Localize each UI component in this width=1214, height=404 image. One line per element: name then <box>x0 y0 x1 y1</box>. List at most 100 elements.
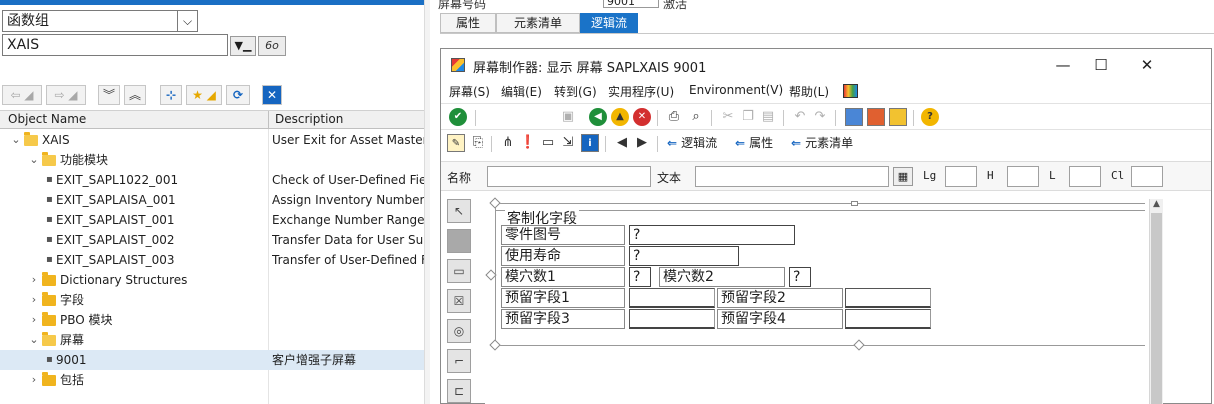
menu-goto[interactable]: 转到(G) <box>554 83 597 100</box>
checkbox-tool-icon[interactable]: ☒ <box>447 289 471 313</box>
menu-utilities[interactable]: 实用程序(U) <box>608 83 674 100</box>
cavity-count-2-input[interactable]: ? <box>789 267 811 287</box>
chevron-down-icon[interactable]: ⌄ <box>28 330 40 350</box>
length-field[interactable] <box>945 166 977 187</box>
height-field[interactable] <box>1007 166 1039 187</box>
reserved-field-1-input[interactable] <box>629 288 715 308</box>
box-tool-icon[interactable]: ⌐ <box>447 349 471 373</box>
scroll-up-icon[interactable]: ▲ <box>1150 199 1163 213</box>
find-icon[interactable]: ⌕ <box>687 108 705 126</box>
layout-icon[interactable] <box>845 108 863 126</box>
tree-leaf-row[interactable]: ▪ EXIT_SAPLAIST_001 Exchange Number Range <box>0 210 424 230</box>
collapse-all-icon[interactable]: ︽ <box>124 85 146 105</box>
text-field-tool-icon[interactable] <box>447 229 471 253</box>
tree-folder-row[interactable]: › 字段 <box>0 290 424 310</box>
close-icon[interactable]: ✕ <box>1137 55 1157 75</box>
paste-icon[interactable]: ▤ <box>759 108 777 126</box>
tab-flow-logic[interactable]: 逻辑流 <box>580 13 638 33</box>
info-icon[interactable]: i <box>581 134 599 152</box>
tree-leaf-row[interactable]: ▪ EXIT_SAPLAIST_003 Transfer of User-Defin… <box>0 250 424 270</box>
menu-environment[interactable]: Environment(V) <box>689 83 783 97</box>
reserved-field-3-input[interactable] <box>629 309 715 329</box>
navigate-icon[interactable]: ⇲ <box>559 134 577 152</box>
service-life-input[interactable]: ? <box>629 246 739 266</box>
value-help-button[interactable]: ▼▁ <box>230 36 256 56</box>
tree-folder-row[interactable]: › Dictionary Structures <box>0 270 424 290</box>
part-number-input[interactable]: ? <box>629 225 795 245</box>
column-field[interactable] <box>1131 166 1163 187</box>
enter-check-icon[interactable]: ✔ <box>449 108 467 126</box>
goto-flow-logic-button[interactable]: ⇐ 逻辑流 <box>667 134 717 152</box>
chevron-down-icon[interactable]: ⌄ <box>28 150 40 170</box>
column-description[interactable]: Description <box>275 112 343 126</box>
tree-leaf-row[interactable]: ▪ 9001 客户增强子屏幕 <box>0 350 424 370</box>
copy-icon[interactable]: ❐ <box>739 108 757 126</box>
menu-screen[interactable]: 屏幕(S) <box>449 83 490 100</box>
close-browser-icon[interactable]: ✕ <box>262 85 282 105</box>
hierarchy-icon[interactable]: ⊹ <box>160 85 182 105</box>
chevron-right-icon[interactable]: › <box>28 290 40 310</box>
graphic-icon[interactable] <box>867 108 885 126</box>
undo-icon[interactable]: ↶ <box>791 108 809 126</box>
goto-attributes-button[interactable]: ⇐ 属性 <box>735 134 773 152</box>
tree-folder-row[interactable]: › PBO 模块 <box>0 310 424 330</box>
print-icon[interactable]: ⎙ <box>665 108 683 126</box>
back-icon[interactable]: ⇦ ◢ <box>2 85 42 105</box>
cut-icon[interactable]: ✂ <box>719 108 737 126</box>
screen-layout-icon[interactable]: ▭ <box>539 134 557 152</box>
tree-leaf-row[interactable]: ▪ EXIT_SAPL1022_001 Check of User-Defined … <box>0 170 424 190</box>
group-box-frame[interactable]: 客制化字段 零件图号 ? 使用寿命 ? 模穴数1 ? 模穴数2 ? 预留字段1 … <box>485 197 1145 351</box>
chevron-down-icon[interactable]: ⌵ <box>177 11 197 31</box>
chevron-down-icon[interactable]: ⌄ <box>10 130 22 150</box>
back-icon[interactable]: ◀ <box>589 108 607 126</box>
subscreen-tool-icon[interactable]: ⊏ <box>447 379 471 403</box>
tree-folder-row[interactable]: ⌄ 屏幕 <box>0 330 424 350</box>
display-glasses-icon[interactable]: 6ο <box>258 36 286 56</box>
chevron-right-icon[interactable]: › <box>28 370 40 390</box>
refresh-icon[interactable]: ⟳ <box>226 85 250 105</box>
column-object-name[interactable]: Object Name <box>8 112 86 126</box>
where-used-icon[interactable]: ⋔ <box>499 134 517 152</box>
next-icon[interactable]: ▶ <box>633 134 651 152</box>
scrollbar-thumb[interactable] <box>1151 213 1162 404</box>
exit-icon[interactable]: ▲ <box>611 108 629 126</box>
pointer-tool-icon[interactable]: ↖ <box>447 199 471 223</box>
cancel-icon[interactable]: ✕ <box>633 108 651 126</box>
tree-folder-row[interactable]: › 包括 <box>0 370 424 390</box>
previous-icon[interactable]: ◀ <box>613 134 631 152</box>
tree-leaf-row[interactable]: ▪ EXIT_SAPLAISA_001 Assign Inventory Numbe… <box>0 190 424 210</box>
goto-element-list-button[interactable]: ⇐ 元素清单 <box>791 134 853 152</box>
object-type-select[interactable]: 函数组 ⌵ <box>2 10 198 32</box>
other-object-icon[interactable]: ⎘ <box>469 134 487 152</box>
dictionary-icon[interactable]: ▦ <box>893 167 913 186</box>
debug-icon[interactable]: ❗ <box>519 134 537 152</box>
menu-edit[interactable]: 编辑(E) <box>501 83 542 100</box>
canvas-scrollbar[interactable]: ▲ <box>1149 199 1163 404</box>
forward-icon[interactable]: ⇨ ◢ <box>46 85 86 105</box>
tab-attributes[interactable]: 属性 <box>440 13 496 33</box>
display-change-icon[interactable]: ✎ <box>447 134 465 152</box>
line-field[interactable] <box>1069 166 1101 187</box>
help-icon[interactable]: ? <box>921 108 939 126</box>
maximize-icon[interactable]: ☐ <box>1091 55 1111 75</box>
save-icon[interactable]: ▣ <box>559 108 577 126</box>
customize-layout-icon[interactable] <box>843 84 858 98</box>
favorites-star-icon[interactable]: ★ ◢ <box>186 85 222 105</box>
reserved-field-2-input[interactable] <box>845 288 931 308</box>
expand-all-icon[interactable]: ︾ <box>98 85 120 105</box>
element-name-field[interactable] <box>487 166 651 187</box>
menu-help[interactable]: 帮助(L) <box>789 83 829 100</box>
chevron-right-icon[interactable]: › <box>28 270 40 290</box>
tree-folder-row[interactable]: ⌄ 功能模块 <box>0 150 424 170</box>
tree-folder-row[interactable]: ⌄ XAIS User Exit for Asset Master D <box>0 130 424 150</box>
input-field-tool-icon[interactable]: ▭ <box>447 259 471 283</box>
minimize-icon[interactable]: — <box>1053 55 1073 75</box>
chevron-right-icon[interactable]: › <box>28 310 40 330</box>
tree-leaf-row[interactable]: ▪ EXIT_SAPLAIST_002 Transfer Data for User… <box>0 230 424 250</box>
window-icon[interactable] <box>889 108 907 126</box>
tab-element-list[interactable]: 元素清单 <box>496 13 580 33</box>
layout-canvas[interactable]: 客制化字段 零件图号 ? 使用寿命 ? 模穴数1 ? 模穴数2 ? 预留字段1 … <box>485 197 1149 404</box>
cavity-count-1-input[interactable]: ? <box>629 267 651 287</box>
redo-icon[interactable]: ↷ <box>811 108 829 126</box>
object-name-input[interactable]: XAIS <box>2 34 228 56</box>
